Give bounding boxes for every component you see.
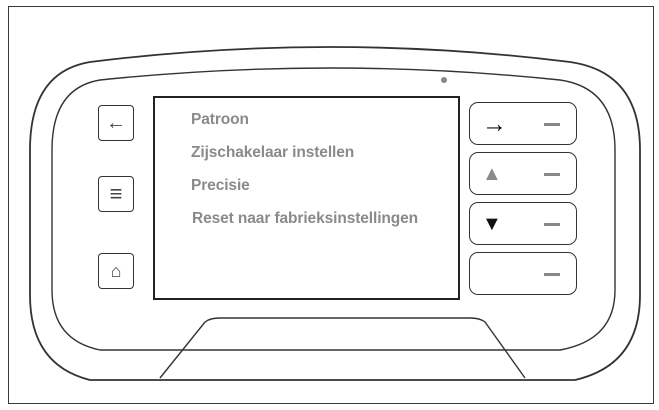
back-button[interactable]: ← (98, 105, 134, 141)
down-button[interactable]: ▼ (469, 202, 577, 245)
right-arrow-button[interactable]: → (469, 102, 577, 145)
menu-button[interactable]: ≡ (98, 176, 134, 212)
menu-item-factory-reset[interactable]: Reset naar fabrieksinstellingen (192, 210, 418, 228)
minus-indicator (544, 123, 560, 126)
menu-item-precision[interactable]: Precisie (191, 177, 250, 195)
up-button[interactable]: ▲ (469, 152, 577, 195)
back-arrow-icon: ← (106, 111, 126, 134)
right-arrow-icon: → (482, 110, 507, 138)
minus-indicator (544, 273, 560, 276)
home-button[interactable]: ⌂ (98, 253, 134, 289)
blank-button[interactable] (469, 252, 577, 295)
minus-indicator (544, 173, 560, 176)
menu-item-side-switch[interactable]: Zijschakelaar instellen (191, 144, 354, 162)
menu-item-pattern[interactable]: Patroon (191, 111, 249, 129)
status-led (441, 77, 447, 83)
home-icon: ⌂ (110, 260, 122, 281)
down-triangle-icon: ▼ (482, 213, 502, 235)
up-triangle-icon: ▲ (482, 163, 502, 185)
display-screen: Patroon Zijschakelaar instellen Precisie… (153, 96, 460, 300)
menu-icon: ≡ (109, 181, 123, 206)
minus-indicator (544, 223, 560, 226)
